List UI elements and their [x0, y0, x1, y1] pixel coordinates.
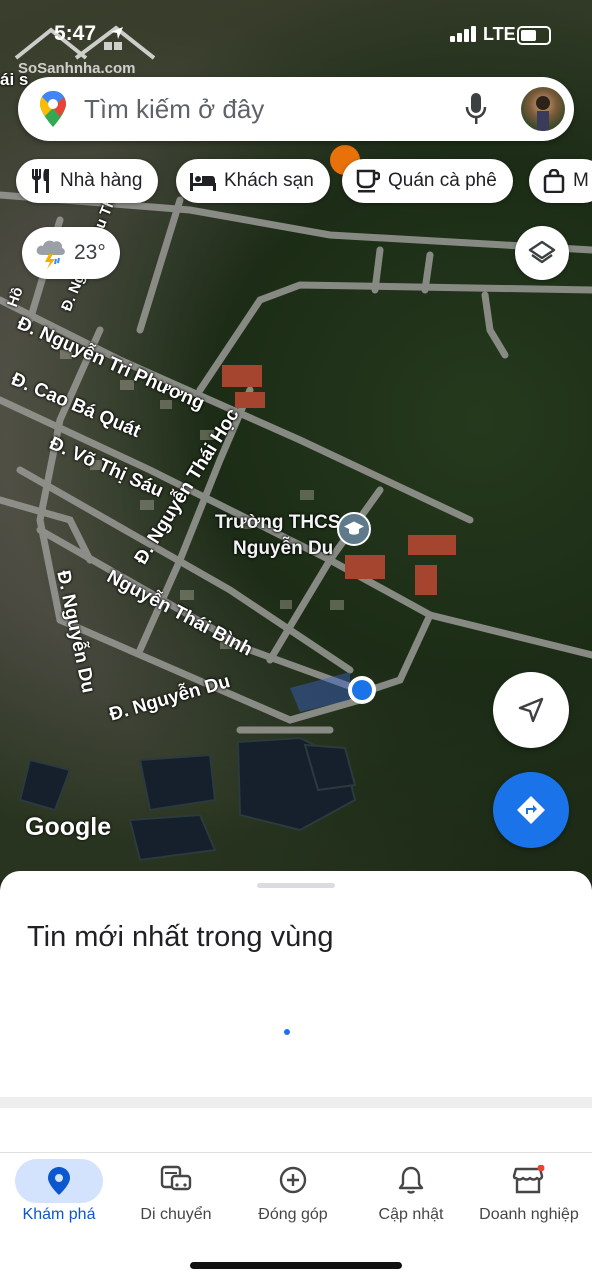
nav-explore[interactable]: Khám phá	[0, 1153, 118, 1233]
chip-label: Quán cà phê	[388, 170, 497, 191]
nav-label: Đóng góp	[258, 1206, 328, 1223]
location-pin-icon	[48, 1167, 70, 1195]
sheet-title: Tin mới nhất trong vùng	[27, 921, 334, 953]
location-arrow-icon	[111, 27, 123, 39]
storefront-icon	[512, 1164, 545, 1194]
nav-business[interactable]: Doanh nghiệp	[470, 1153, 588, 1233]
directions-button[interactable]	[493, 772, 569, 848]
status-time: 5:47	[54, 22, 97, 45]
shopping-bag-icon	[543, 169, 565, 193]
search-placeholder[interactable]: Tìm kiếm ở đây	[84, 94, 264, 125]
commute-icon	[160, 1165, 192, 1191]
nav-label: Doanh nghiệp	[479, 1206, 579, 1223]
google-maps-pin-icon	[40, 91, 66, 127]
battery-icon	[517, 26, 551, 45]
add-circle-icon	[279, 1166, 307, 1194]
navigation-arrow-icon	[518, 697, 544, 723]
my-location-button[interactable]	[493, 672, 569, 748]
microphone-icon[interactable]	[465, 93, 487, 125]
nav-contribute[interactable]: Đóng góp	[234, 1153, 352, 1233]
divider	[0, 1097, 592, 1108]
chip-cafes[interactable]: Quán cà phê	[342, 159, 513, 203]
bell-icon	[398, 1166, 424, 1194]
nav-label: Khám phá	[22, 1206, 96, 1223]
chip-restaurants[interactable]: Nhà hàng	[16, 159, 159, 203]
chip-label: M	[573, 170, 589, 191]
network-label: LTE	[483, 24, 516, 44]
temperature-label: 23°	[74, 241, 106, 264]
layers-button[interactable]	[515, 226, 569, 280]
chip-hotels[interactable]: Khách sạn	[176, 159, 330, 203]
nav-commute[interactable]: Di chuyển	[117, 1153, 235, 1233]
home-indicator	[190, 1262, 402, 1269]
layers-icon	[528, 240, 556, 264]
nav-label: Di chuyển	[140, 1206, 212, 1223]
weather-badge[interactable]: 23°	[22, 227, 120, 279]
avatar[interactable]	[521, 87, 565, 131]
loading-spinner	[284, 1029, 290, 1035]
directions-icon	[517, 796, 545, 824]
search-bar[interactable]: Tìm kiếm ở đây	[18, 77, 574, 141]
graduation-cap-icon[interactable]	[337, 512, 371, 546]
thunderstorm-icon	[36, 240, 65, 269]
watermark-text: SoSanhnha.com	[18, 60, 136, 77]
status-bar: 5:47 LTE	[0, 18, 592, 52]
nav-updates[interactable]: Cập nhật	[352, 1153, 470, 1233]
nav-label: Cập nhật	[378, 1206, 444, 1223]
fork-knife-icon	[32, 169, 49, 193]
google-attribution: Google	[25, 813, 112, 841]
coffee-cup-icon	[356, 169, 380, 193]
sheet-handle[interactable]	[257, 883, 335, 888]
chip-label: Nhà hàng	[60, 170, 143, 191]
chip-label: Khách sạn	[224, 170, 314, 191]
chip-shopping[interactable]: M	[529, 159, 592, 203]
signal-bars-icon	[450, 26, 476, 42]
bed-icon	[190, 173, 216, 191]
poi-school[interactable]: Trường THCS Nguyễn Du	[215, 512, 371, 559]
poi-label-line1: Trường THCS	[215, 512, 341, 533]
